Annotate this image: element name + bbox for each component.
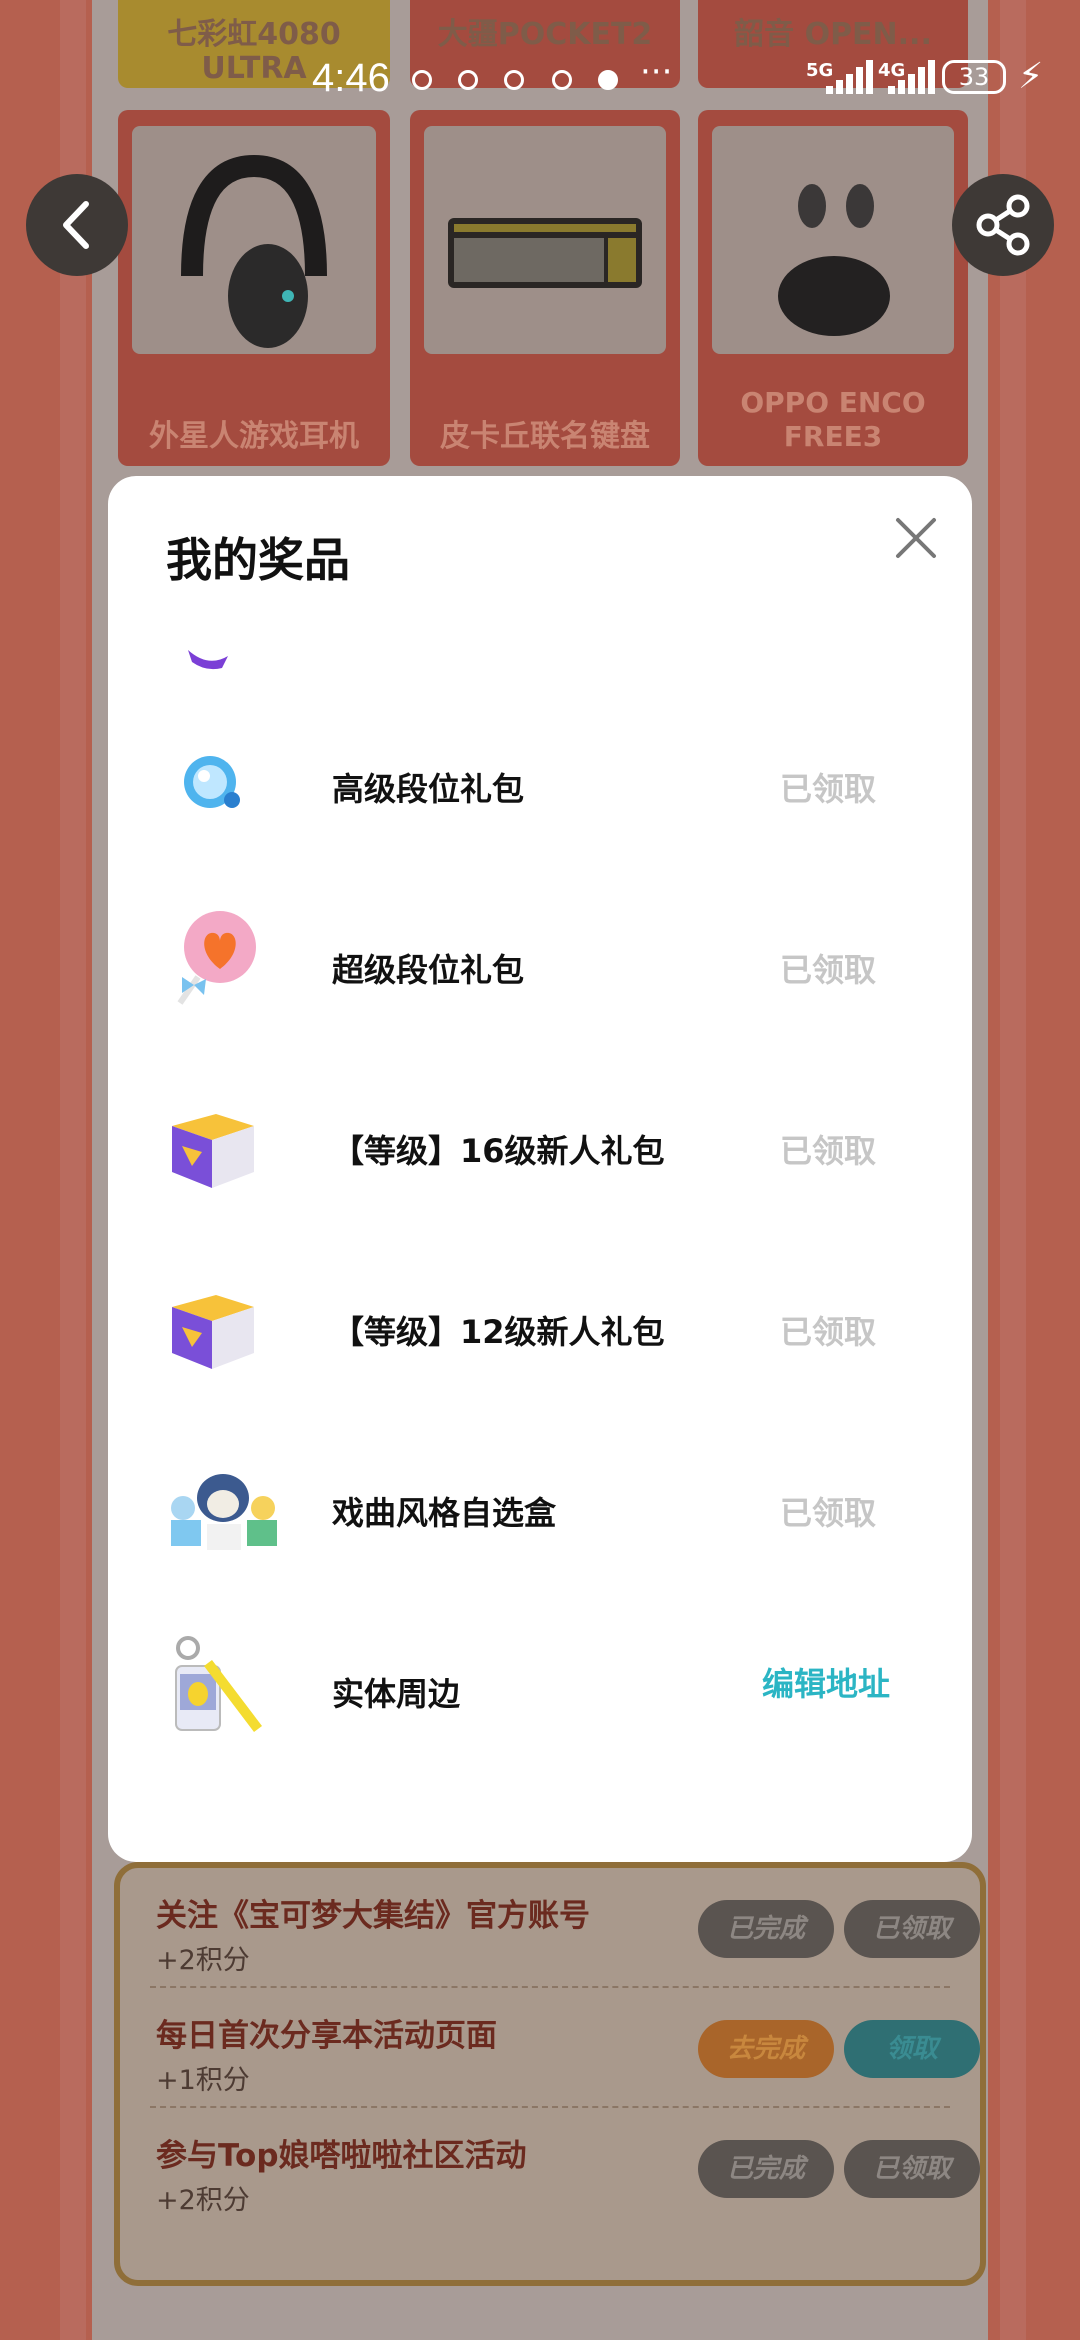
- prize-name: 【等级】12级新人礼包: [332, 1313, 665, 1351]
- task-points: +2积分: [156, 1945, 250, 1976]
- signal-icon: [884, 60, 942, 94]
- task-row: 关注《宝可梦大集结》官方账号 +2积分 已完成 已领取: [150, 1868, 980, 1988]
- task-claim-button[interactable]: 已领取: [844, 1900, 980, 1958]
- prize-name: 戏曲风格自选盒: [332, 1494, 557, 1532]
- task-claim-button[interactable]: 领取: [844, 2020, 980, 2078]
- product-label: OPPO ENCO FREE3: [740, 386, 926, 453]
- prize-name: 【等级】16级新人礼包: [332, 1132, 665, 1170]
- more-notifications-icon: ···: [640, 52, 673, 92]
- task-points: +2积分: [156, 2185, 250, 2216]
- notification-icon: [412, 70, 432, 90]
- task-status-button[interactable]: 已完成: [698, 1900, 834, 1958]
- product-tile: 外星人游戏耳机: [118, 110, 390, 466]
- back-button[interactable]: [26, 174, 128, 276]
- prize-row: 实体周边 编辑地址: [108, 1599, 972, 1780]
- edit-address-button[interactable]: 编辑地址: [762, 1659, 890, 1705]
- headset-image: [132, 126, 376, 354]
- product-label: 皮卡丘联名键盘: [440, 419, 650, 454]
- prize-claimed-label: 已领取: [779, 1494, 876, 1532]
- battery-icon: 33: [942, 60, 1006, 94]
- prize-row: 【等级】12级新人礼包 已领取: [108, 1237, 972, 1418]
- product-label: 外星人游戏耳机: [149, 419, 359, 454]
- earbuds-image: [712, 126, 954, 354]
- share-icon: [976, 194, 1030, 256]
- task-title: 参与Top娘嗒啦啦社区活动: [156, 2138, 527, 2174]
- charging-icon: ⚡: [1018, 56, 1044, 97]
- side-stripe: [60, 0, 86, 2340]
- task-row: 参与Top娘嗒啦啦社区活动 +2积分 已完成 已领取: [150, 2108, 980, 2226]
- partial-prize-icon: [188, 650, 228, 670]
- my-prizes-dialog: 我的奖品 高级段位礼包 已领取 超级段位礼包 已领取 【等级】16级新人礼包 已…: [108, 476, 972, 1862]
- task-status-button[interactable]: 已完成: [698, 2140, 834, 2198]
- keyboard-image: [424, 126, 666, 354]
- prize-claimed-label: 已领取: [779, 1313, 876, 1351]
- side-stripe: [1000, 0, 1026, 2340]
- pikachu-keychain-icon: [175, 1636, 262, 1732]
- prize-row: 超级段位礼包 已领取: [108, 875, 972, 1056]
- notification-icon: [552, 70, 572, 90]
- pokemon-figures-icon: [171, 1474, 277, 1550]
- task-title: 关注《宝可梦大集结》官方账号: [156, 1898, 590, 1934]
- prize-row: 戏曲风格自选盒 已领取: [108, 1418, 972, 1599]
- purple-gift-box-icon: [172, 1295, 254, 1369]
- task-claim-button[interactable]: 已领取: [844, 2140, 980, 2198]
- notification-icon: [458, 70, 478, 90]
- prize-claimed-label: 已领取: [779, 951, 876, 989]
- product-tile: OPPO ENCO FREE3: [698, 110, 968, 466]
- signal-icon: [812, 60, 873, 94]
- task-points: +1积分: [156, 2065, 250, 2096]
- task-panel: 关注《宝可梦大集结》官方账号 +2积分 已完成 已领取 每日首次分享本活动页面 …: [114, 1862, 986, 2286]
- purple-gift-box-icon: [172, 1114, 254, 1188]
- prize-claimed-label: 已领取: [779, 1132, 876, 1170]
- blue-orb-icon: [184, 756, 240, 808]
- dialog-title: 我的奖品: [166, 533, 350, 587]
- notification-icon: [598, 70, 618, 90]
- share-button[interactable]: [952, 174, 1054, 276]
- prize-name: 高级段位礼包: [332, 770, 525, 808]
- close-icon[interactable]: [888, 510, 944, 566]
- task-go-button[interactable]: 去完成: [698, 2020, 834, 2078]
- prize-row: 【等级】16级新人礼包 已领取: [108, 1056, 972, 1237]
- prize-row: 高级段位礼包 已领取: [108, 694, 972, 875]
- heart-lollipop-icon: [177, 911, 256, 1005]
- prize-claimed-label: 已领取: [779, 770, 876, 808]
- prize-name: 实体周边: [332, 1675, 461, 1713]
- status-time: 4:46: [312, 56, 390, 100]
- status-bar: 4:46 ··· 5G 4G 33 ⚡: [0, 38, 1080, 122]
- notification-icon: [504, 70, 524, 90]
- task-row: 每日首次分享本活动页面 +1积分 去完成 领取: [150, 1988, 980, 2108]
- prize-name: 超级段位礼包: [332, 951, 525, 989]
- task-title: 每日首次分享本活动页面: [156, 2018, 497, 2054]
- product-tile: 皮卡丘联名键盘: [410, 110, 680, 466]
- chevron-left-icon: [63, 201, 89, 249]
